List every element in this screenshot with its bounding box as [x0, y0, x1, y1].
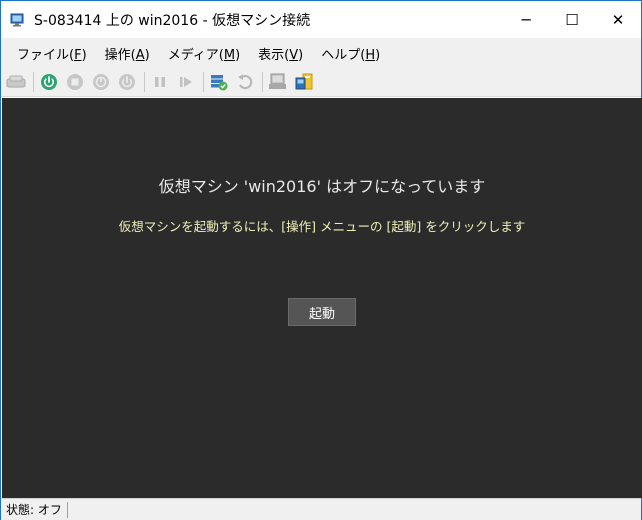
close-button[interactable]: ✕ — [595, 1, 641, 38]
menu-media[interactable]: メディア(M) — [159, 44, 249, 63]
enhanced-session-icon[interactable] — [267, 71, 289, 93]
window-controls: ─ ☐ ✕ — [503, 1, 641, 38]
toolbar-separator — [144, 72, 145, 92]
menu-help[interactable]: ヘルプ(H) — [312, 44, 389, 63]
window-title: S-083414 上の win2016 - 仮想マシン接続 — [34, 12, 311, 29]
maximize-button[interactable]: ☐ — [549, 1, 595, 38]
revert-icon[interactable] — [234, 71, 256, 93]
toolbar-separator — [203, 72, 204, 92]
menu-view[interactable]: 表示(V) — [249, 44, 312, 63]
menu-bar: ファイル(F) 操作(A) メディア(M) 表示(V) ヘルプ(H) — [1, 38, 641, 68]
ctrl-alt-del-icon[interactable] — [5, 71, 27, 93]
shutdown-icon[interactable] — [90, 71, 112, 93]
status-bar: 状態: オフ — [1, 498, 641, 520]
toolbar — [1, 68, 641, 97]
turn-off-icon[interactable] — [64, 71, 86, 93]
start-icon[interactable] — [38, 71, 60, 93]
toolbar-separator — [33, 72, 34, 92]
vm-display-area[interactable]: 仮想マシン 'win2016' はオフになっています 仮想マシンを起動するには、… — [2, 98, 642, 498]
start-vm-button[interactable]: 起動 — [288, 298, 356, 326]
vm-connection-app-icon — [10, 12, 26, 28]
menu-action[interactable]: 操作(A) — [96, 44, 159, 63]
checkpoint-icon[interactable] — [208, 71, 230, 93]
minimize-button[interactable]: ─ — [503, 1, 549, 38]
title-bar[interactable]: S-083414 上の win2016 - 仮想マシン接続 ─ ☐ ✕ — [1, 1, 641, 38]
menu-file[interactable]: ファイル(F) — [1, 44, 96, 63]
share-icon[interactable] — [293, 71, 315, 93]
start-instruction-text: 仮想マシンを起動するには、[操作] メニューの [起動] をクリックします — [118, 219, 526, 234]
resume-icon[interactable] — [175, 71, 197, 93]
power-icon[interactable] — [116, 71, 138, 93]
vm-connection-window: S-083414 上の win2016 - 仮想マシン接続 ─ ☐ ✕ ファイル… — [0, 0, 642, 520]
vm-state-status: 状態: オフ — [1, 501, 68, 518]
toolbar-separator — [262, 72, 263, 92]
pause-icon[interactable] — [149, 71, 171, 93]
vm-off-message: 仮想マシン 'win2016' はオフになっています — [158, 177, 486, 196]
